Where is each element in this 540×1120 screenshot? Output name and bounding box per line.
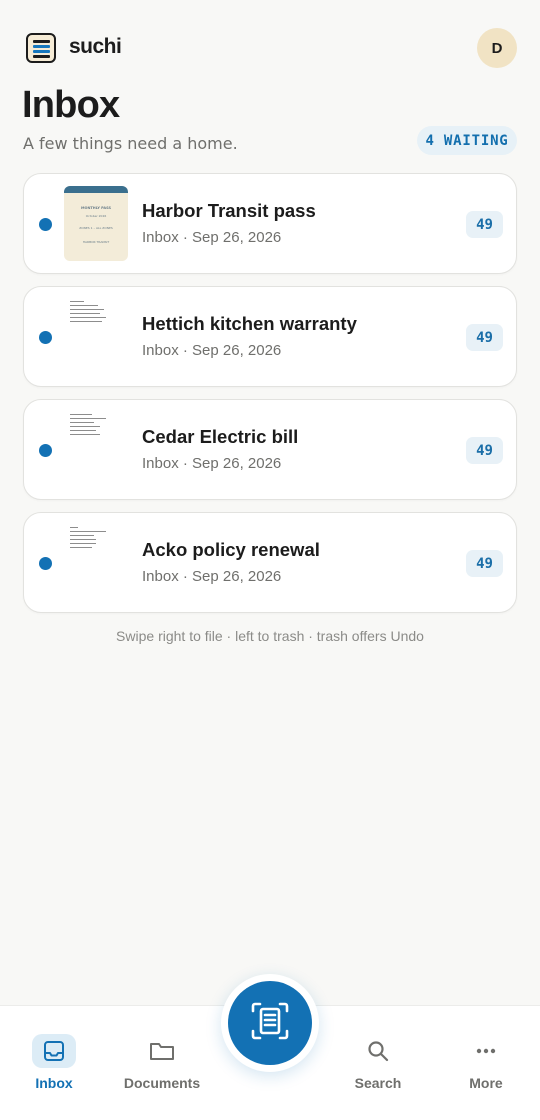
- item-count-badge: 49: [466, 324, 503, 351]
- swipe-hint: Swipe right to file · left to trash · tr…: [116, 628, 424, 644]
- nav-more[interactable]: More: [436, 1006, 536, 1120]
- item-title: Acko policy renewal: [142, 539, 320, 560]
- nav-label: More: [469, 1075, 503, 1091]
- more-dots-icon: [464, 1034, 508, 1068]
- unread-dot: [39, 444, 52, 457]
- nav-inbox[interactable]: Inbox: [4, 1006, 104, 1120]
- nav-search[interactable]: Search: [328, 1006, 428, 1120]
- item-count-badge: 49: [466, 211, 503, 238]
- item-meta: Inbox · Sep 26, 2026: [142, 568, 282, 585]
- inbox-item-card[interactable]: Cedar Electric bill Inbox · Sep 26, 2026…: [23, 399, 517, 500]
- waiting-count-badge: 4 WAITING: [417, 126, 517, 155]
- thumbnail-text: ZONES 1 – ALL ZONES: [79, 226, 113, 230]
- page-subtitle: A few things need a home.: [23, 134, 238, 153]
- inbox-tray-icon: [32, 1034, 76, 1068]
- thumbnail-text: October 2026: [85, 214, 107, 218]
- avatar[interactable]: D: [477, 28, 517, 68]
- nav-label: Documents: [123, 1075, 201, 1091]
- item-meta: Inbox · Sep 26, 2026: [142, 455, 282, 472]
- inbox-item-card[interactable]: Acko policy renewal Inbox · Sep 26, 2026…: [23, 512, 517, 613]
- item-meta: Inbox · Sep 26, 2026: [142, 342, 282, 359]
- scan-document-icon: [250, 1001, 290, 1045]
- item-count-badge: 49: [466, 437, 503, 464]
- item-title: Harbor Transit pass: [142, 200, 316, 221]
- unread-dot: [39, 218, 52, 231]
- unread-dot: [39, 331, 52, 344]
- document-thumbnail: [64, 299, 128, 374]
- app-header: suchi D: [0, 0, 540, 90]
- unread-dot: [39, 557, 52, 570]
- page-title: Inbox: [22, 84, 120, 126]
- nav-label: Search: [354, 1075, 402, 1091]
- nav-documents[interactable]: Documents: [112, 1006, 212, 1120]
- thumbnail-text: HARBOR TRANSIT: [82, 240, 110, 244]
- app-name: suchi: [69, 35, 122, 58]
- scan-button[interactable]: [228, 981, 312, 1065]
- thumbnail-text: MONTHLY PASS: [81, 206, 111, 210]
- document-thumbnail: [64, 525, 128, 600]
- document-thumbnail: [64, 412, 128, 487]
- inbox-item-card[interactable]: Hettich kitchen warranty Inbox · Sep 26,…: [23, 286, 517, 387]
- item-title: Cedar Electric bill: [142, 426, 299, 447]
- item-title: Hettich kitchen warranty: [142, 313, 357, 334]
- document-thumbnail: MONTHLY PASS October 2026 ZONES 1 – ALL …: [64, 186, 128, 261]
- inbox-item-card[interactable]: MONTHLY PASS October 2026 ZONES 1 – ALL …: [23, 173, 517, 274]
- nav-label: Inbox: [35, 1075, 73, 1091]
- search-icon: [356, 1034, 400, 1068]
- list-document-icon: [26, 33, 56, 63]
- item-count-badge: 49: [466, 550, 503, 577]
- item-meta: Inbox · Sep 26, 2026: [142, 229, 282, 246]
- folder-icon: [140, 1034, 184, 1068]
